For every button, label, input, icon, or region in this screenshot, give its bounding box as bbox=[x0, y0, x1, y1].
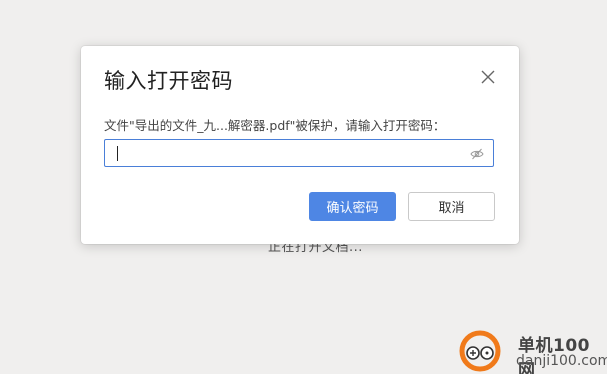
password-prompt: 文件"导出的文件_九...解密器.pdf"被保护，请输入打开密码： bbox=[104, 118, 446, 133]
eye-hidden-icon bbox=[470, 148, 484, 160]
close-button[interactable] bbox=[479, 68, 497, 86]
cancel-button[interactable]: 取消 bbox=[408, 192, 495, 221]
site-watermark: 单机100网 danji100.com bbox=[458, 329, 607, 374]
dialog-title: 输入打开密码 bbox=[104, 69, 233, 93]
toggle-visibility-button[interactable] bbox=[470, 146, 484, 160]
close-icon bbox=[481, 70, 495, 84]
password-input[interactable] bbox=[115, 144, 455, 162]
watermark-domain: danji100.com bbox=[516, 353, 607, 369]
watermark-logo-icon bbox=[459, 330, 501, 372]
text-caret bbox=[117, 146, 118, 161]
password-field[interactable] bbox=[104, 139, 494, 167]
password-dialog: 输入打开密码 文件"导出的文件_九...解密器.pdf"被保护，请输入打开密码：… bbox=[81, 46, 519, 244]
confirm-password-button[interactable]: 确认密码 bbox=[309, 192, 396, 221]
